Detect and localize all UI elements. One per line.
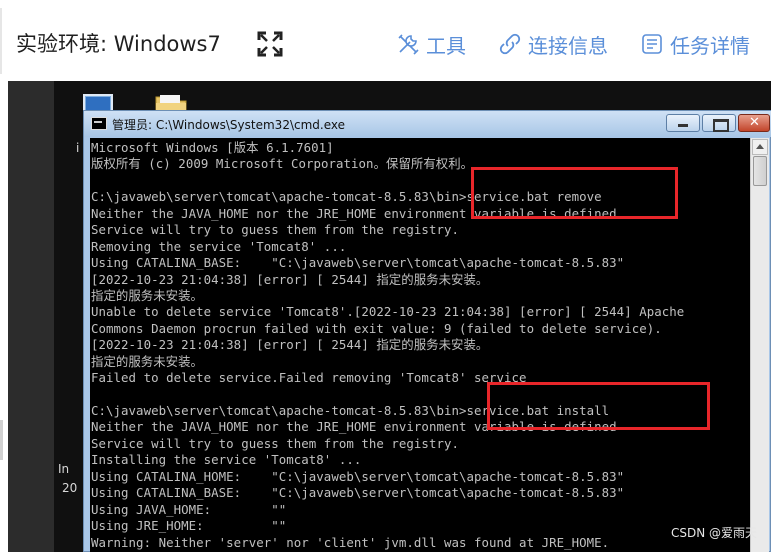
highlight-box-remove-command — [471, 167, 678, 219]
scrollbar-thumb[interactable] — [753, 156, 767, 186]
cmd-window-title: 管理员: C:\Windows\System32\cmd.exe — [112, 118, 345, 132]
connection-info-button[interactable]: 连接信息 — [498, 29, 608, 59]
link-icon — [499, 33, 521, 55]
tools-button[interactable]: 工具 — [396, 29, 466, 59]
desktop-fragment-text: 20 — [62, 481, 78, 495]
console-line: Service will try to guess them from the … — [91, 435, 459, 451]
console-line: Microsoft Windows [版本 6.1.7601] — [91, 140, 334, 155]
environment-title: 实验环境: Windows7 — [16, 32, 221, 56]
console-line: Removing the service 'Tomcat8' ... — [91, 238, 347, 254]
desktop-fragment-text: In — [58, 462, 70, 476]
console-line: Using JRE_HOME: "" — [91, 518, 287, 534]
console-line: Using CATALINA_HOME: "C:\javaweb\server\… — [91, 468, 625, 484]
header-divider — [0, 8, 2, 74]
console-line: Installing the service 'Tomcat8' ... — [91, 452, 362, 468]
task-details-label: 任务详情 — [670, 33, 750, 58]
console-line: Unable to delete service 'Tomcat8'.[2022… — [91, 304, 685, 320]
page-scroll-marker — [0, 420, 3, 460]
console-line: [2022-10-23 21:04:38] [error] [ 2544] 指定… — [91, 337, 489, 353]
desktop-dark-strip — [8, 81, 54, 552]
csdn-watermark: CSDN @爱雨天 — [670, 526, 757, 540]
desktop-fragment-text: i — [76, 141, 80, 155]
connection-info-label: 连接信息 — [528, 33, 608, 58]
vertical-scrollbar[interactable] — [750, 138, 769, 552]
console-line: 指定的服务未安装。 — [91, 353, 203, 369]
task-list-icon — [642, 34, 662, 54]
close-button[interactable] — [738, 114, 770, 132]
header-bar: 实验环境: Windows7 工具 连接信息 任务详情 — [0, 0, 771, 81]
console-line: Using CATALINA_BASE: "C:\javaweb\server\… — [91, 485, 625, 501]
console-line: Commons Daemon procrun failed with exit … — [91, 320, 662, 336]
console-line: [2022-10-23 21:04:38] [error] [ 2544] 指定… — [91, 271, 489, 287]
cmd-app-icon — [91, 117, 107, 130]
fullscreen-icon[interactable] — [256, 30, 284, 58]
maximize-button[interactable] — [702, 114, 736, 132]
scroll-up-arrow-icon[interactable] — [752, 139, 768, 155]
highlight-box-install-command — [487, 382, 710, 430]
tools-icon — [398, 34, 419, 55]
minimize-button[interactable] — [666, 114, 700, 132]
console-line: Using CATALINA_BASE: "C:\javaweb\server\… — [91, 255, 625, 271]
console-line: 指定的服务未安装。 — [91, 287, 203, 303]
task-details-button[interactable]: 任务详情 — [640, 29, 750, 59]
page-left-edge — [0, 81, 8, 552]
console-line: Service will try to guess them from the … — [91, 222, 459, 238]
tools-label: 工具 — [426, 33, 466, 58]
console-line: Warning: Neither 'server' nor 'client' j… — [91, 534, 610, 550]
console-line: Using JAVA_HOME: "" — [91, 501, 287, 517]
cmd-titlebar[interactable]: 管理员: C:\Windows\System32\cmd.exe — [84, 111, 771, 137]
